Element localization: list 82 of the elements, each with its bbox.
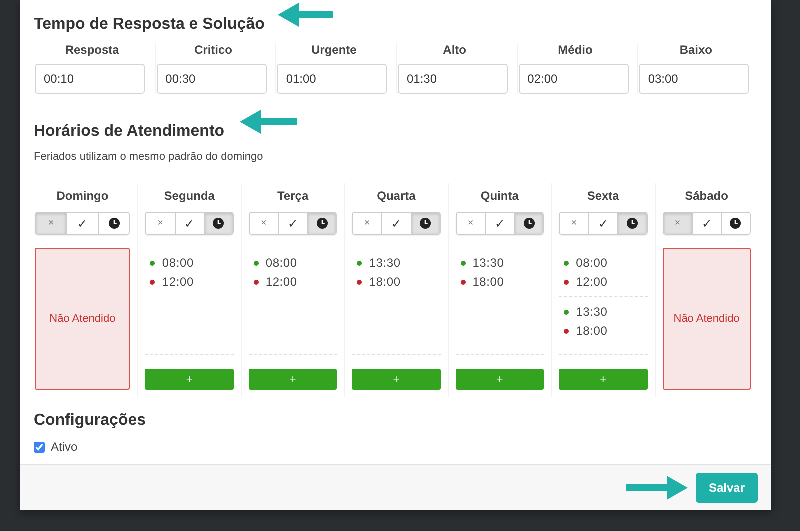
field-label: Critico [194,43,232,57]
time-text: 08:00 [576,256,608,270]
hours-toggle[interactable] [307,213,336,234]
hours-toggle[interactable] [514,213,544,234]
time-text: 08:00 [266,256,298,270]
clock-icon [316,218,328,229]
field-label: Urgente [311,43,357,57]
time-input[interactable]: 02:00 [518,64,629,94]
day-name: Sexta [586,189,620,203]
check-toggle[interactable]: ✓ [484,213,514,234]
start-dot-icon [564,260,570,266]
hours-toggle[interactable] [204,213,233,234]
day-name: Segunda [163,189,216,203]
clock-icon [213,218,224,229]
day-name: Quarta [376,189,417,203]
field-label: Resposta [65,43,120,57]
start-dot-icon [254,260,259,266]
close-toggle[interactable]: × [560,213,588,234]
clock-icon [108,218,120,229]
arrow-icon [240,110,297,134]
time-input[interactable]: 00:10 [35,64,145,94]
close-toggle[interactable]: × [36,213,66,234]
closed-notice: Não Atendido [35,248,130,390]
hours-toggle[interactable] [98,213,130,234]
checkbox-label: Ativo [51,440,78,454]
time-text: 18:00 [576,324,608,338]
time-text: 12:00 [162,275,194,289]
check-toggle[interactable]: ✓ [278,213,308,234]
time-text: 12:00 [266,275,298,289]
clock-icon [420,218,432,229]
hours-toggle[interactable] [617,213,647,234]
day-name: Domingo [56,189,110,203]
time-text: 18:00 [369,275,401,289]
check-toggle[interactable]: ✓ [66,213,98,234]
day-name: Quinta [480,189,520,203]
check-toggle[interactable]: ✓ [588,213,618,234]
note-text: Feriados utilizam o mesmo padrão do domingo [34,150,264,164]
field-label: Médio [558,43,593,57]
end-dot-icon [357,280,362,284]
section-title: Configurações [34,411,146,431]
checkbox[interactable] [34,442,45,452]
close-toggle[interactable]: × [250,213,278,234]
time-input[interactable]: 00:30 [156,64,267,94]
end-dot-icon [150,280,156,284]
time-text: 12:00 [576,275,608,289]
field-label: Alto [443,43,466,57]
time-input[interactable]: 01:00 [277,64,388,94]
close-toggle[interactable]: × [146,213,175,234]
time-text: 13:30 [472,256,504,270]
day-name: Terça [276,189,310,203]
start-dot-icon [460,260,466,266]
time-text: 08:00 [162,256,194,270]
check-toggle[interactable]: ✓ [381,213,411,234]
end-dot-icon [564,280,570,284]
end-dot-icon [564,328,570,334]
field-label: Baixo [680,43,712,57]
clock-icon [626,218,638,229]
closed-notice: Não Atendido [662,248,751,390]
day-name: Sábado [684,189,730,203]
arrow-icon [278,3,333,27]
section-title: Horários de Atendimento [34,122,225,142]
hours-toggle[interactable] [410,213,440,234]
time-text: 18:00 [472,275,504,289]
close-toggle[interactable]: × [353,213,382,234]
start-dot-icon [150,260,156,266]
start-dot-icon [564,310,570,314]
time-text: 13:30 [576,305,608,319]
clock-icon [730,218,742,229]
end-dot-icon [254,280,259,284]
time-input[interactable]: 01:30 [398,64,508,94]
start-dot-icon [357,260,362,266]
check-toggle[interactable]: ✓ [174,213,204,234]
time-text: 13:30 [369,256,401,270]
time-input[interactable]: 03:00 [639,64,750,94]
close-toggle[interactable]: × [456,213,485,234]
end-dot-icon [460,280,466,284]
arrow-icon [626,476,688,500]
clock-icon [524,218,535,229]
hours-toggle[interactable] [720,213,750,234]
check-toggle[interactable]: ✓ [692,213,721,234]
close-toggle[interactable]: × [664,213,692,234]
section-title: Tempo de Resposta e Solução [34,15,265,35]
